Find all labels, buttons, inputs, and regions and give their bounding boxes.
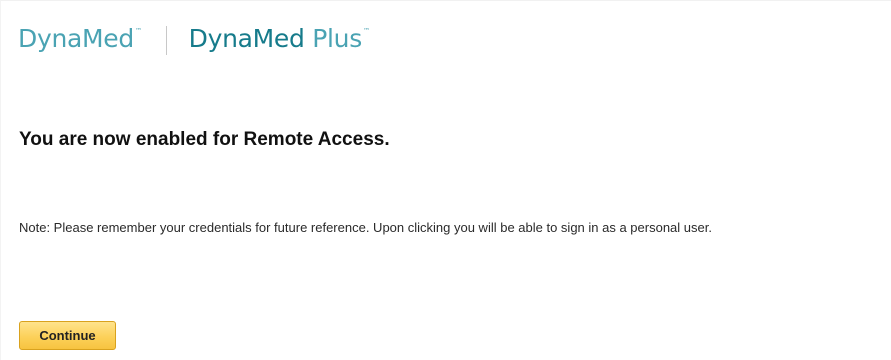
dynamed-plus-logo: DynaMed Plus™ [189,22,370,62]
dynamed-plus-logo-main: DynaMed [188,24,305,53]
continue-button[interactable]: Continue [19,321,116,350]
page-frame: DynaMed™ DynaMed Plus™ You are now enabl… [0,0,891,360]
logo-divider [165,26,167,55]
dynamed-logo-trademark: ™ [134,27,142,35]
dynamed-logo-text: DynaMed [18,24,134,53]
header-logos: DynaMed™ DynaMed Plus™ [18,22,370,62]
page-headline: You are now enabled for Remote Access. [19,129,390,150]
dynamed-plus-logo-plus: Plus [312,24,362,53]
dynamed-plus-logo-trademark: ™ [362,27,370,35]
credentials-note: Note: Please remember your credentials f… [19,220,712,235]
dynamed-logo: DynaMed™ [18,22,142,62]
